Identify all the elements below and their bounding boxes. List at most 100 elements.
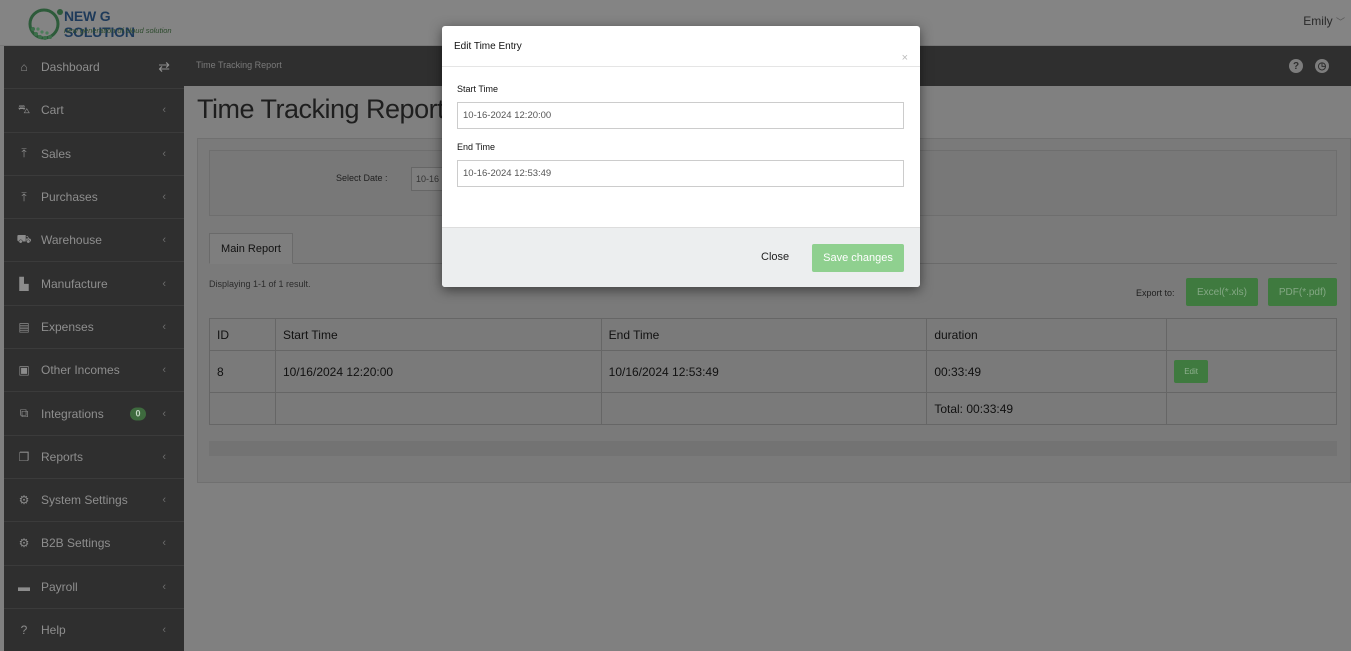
close-button[interactable]: Close <box>761 251 789 263</box>
start-time-input[interactable]: 10-16-2024 12:20:00 <box>457 102 904 129</box>
cell-actions: Edit <box>1166 350 1337 393</box>
sidebar-item-label: Reports <box>41 449 84 464</box>
sidebar-item-warehouse[interactable]: ⛟ Warehouse ‹ <box>4 219 184 263</box>
modal-footer: Close Save changes <box>442 227 920 287</box>
chevron-left-icon: ‹ <box>162 104 166 117</box>
sidebar-item-label: Cart <box>41 103 64 118</box>
cell-empty <box>274 392 602 425</box>
sidebar-item-label: Help <box>41 623 66 637</box>
sidebar-item-integrations[interactable]: ⧉ Integrations 0 ‹ <box>4 392 184 436</box>
column-header-end-time[interactable]: End Time <box>600 318 928 351</box>
chevron-left-icon: ‹ <box>162 580 166 593</box>
sidebar-item-label: Sales <box>41 146 72 161</box>
cogs-icon: ⚙ <box>18 536 30 551</box>
edit-time-entry-modal: Edit Time Entry × Start Time 10-16-2024 … <box>442 26 920 287</box>
close-icon[interactable]: × <box>902 52 908 64</box>
cart-icon: ⛍ <box>17 102 31 117</box>
sidebar-item-label: Other Incomes <box>41 363 120 378</box>
chevron-left-icon: ‹ <box>162 494 166 507</box>
sidebar-item-label: Purchases <box>41 190 98 205</box>
chevron-left-icon: ‹ <box>162 407 166 420</box>
cell-duration: 00:33:49 <box>926 350 1168 393</box>
pagination-bar <box>209 441 1337 456</box>
cell-id: 8 <box>209 350 276 393</box>
chevron-left-icon: ‹ <box>162 277 166 290</box>
sidebar-item-purchases[interactable]: ⤒ Purchases ‹ <box>4 176 184 220</box>
user-menu[interactable]: Emily ﹀ <box>1303 14 1345 28</box>
cell-empty <box>1166 392 1337 425</box>
clock-icon[interactable]: ◷ <box>1315 59 1329 73</box>
sidebar-item-cart[interactable]: ⛍ Cart ‹ <box>4 89 184 133</box>
sidebar-item-label: Dashboard <box>41 60 100 75</box>
chevron-left-icon: ‹ <box>162 320 166 333</box>
column-header-duration[interactable]: duration <box>926 318 1168 351</box>
swap-icon[interactable]: ⇄ <box>158 59 170 76</box>
chevron-left-icon: ‹ <box>162 191 166 204</box>
wallet-icon: ▬ <box>18 579 30 594</box>
cogs-icon: ⚙ <box>18 493 30 508</box>
cell-empty <box>209 392 276 425</box>
cell-empty <box>600 392 928 425</box>
user-name: Emily <box>1303 14 1333 28</box>
export-label: Export to: <box>1136 288 1175 298</box>
sidebar-item-help[interactable]: ? Help ‹ <box>4 609 184 651</box>
sidebar-item-label: Integrations <box>41 406 104 421</box>
money-icon: ▣ <box>18 363 30 378</box>
upload-icon: ⤒ <box>21 146 27 161</box>
upload-icon: ⤒ <box>21 189 27 204</box>
cell-end-time: 10/16/2024 12:53:49 <box>600 350 928 393</box>
time-report-table: ID Start Time End Time duration 8 10/16/… <box>209 318 1337 425</box>
export-pdf-button[interactable]: PDF(*.pdf) <box>1268 278 1337 306</box>
sidebar-item-label: Warehouse <box>41 233 102 248</box>
home-icon: ⌂ <box>20 60 28 75</box>
column-header-id[interactable]: ID <box>209 318 276 351</box>
cell-total-duration: Total: 00:33:49 <box>926 392 1168 425</box>
logo-mark-icon <box>28 8 63 40</box>
sidebar-item-manufacture[interactable]: ▙ Manufacture ‹ <box>4 262 184 306</box>
factory-icon: ▙ <box>19 276 29 291</box>
start-time-label: Start Time <box>457 84 499 94</box>
sidebar-item-other-incomes[interactable]: ▣ Other Incomes ‹ <box>4 349 184 393</box>
table-header-row: ID Start Time End Time duration <box>209 318 1337 351</box>
sidebar-item-label: Payroll <box>41 579 78 594</box>
modal-header: Edit Time Entry × <box>442 26 920 67</box>
chevron-left-icon: ‹ <box>162 147 166 160</box>
total-row: Total: 00:33:49 <box>209 392 1337 425</box>
export-excel-button[interactable]: Excel(*.xls) <box>1186 278 1258 306</box>
chevron-left-icon: ‹ <box>162 624 166 636</box>
sidebar-item-payroll[interactable]: ▬ Payroll ‹ <box>4 566 184 609</box>
result-summary: Displaying 1-1 of 1 result. <box>209 279 311 289</box>
column-header-start-time[interactable]: Start Time <box>274 318 602 351</box>
integrations-count-badge: 0 <box>130 407 146 421</box>
sidebar-item-sales[interactable]: ⤒ Sales ‹ <box>4 133 184 176</box>
file-icon: ▤ <box>18 319 30 334</box>
sidebar-item-dashboard[interactable]: ⌂ Dashboard ⇄ <box>4 46 184 90</box>
column-header-actions <box>1166 318 1337 351</box>
copy-icon: ❐ <box>18 449 30 464</box>
help-icon[interactable]: ? <box>1289 59 1303 73</box>
logo-title: NEW G SOLUTION <box>64 8 135 40</box>
chevron-left-icon: ‹ <box>162 450 166 463</box>
page-title: Time Tracking Report - <box>197 94 460 124</box>
tab-main-report[interactable]: Main Report <box>209 233 293 264</box>
sidebar-item-system-settings[interactable]: ⚙ System Settings ‹ <box>4 479 184 523</box>
devices-icon: ⧉ <box>19 406 29 421</box>
truck-icon: ⛟ <box>16 232 32 247</box>
chevron-left-icon: ‹ <box>162 364 166 377</box>
table-row: 8 10/16/2024 12:20:00 10/16/2024 12:53:4… <box>209 350 1337 393</box>
end-time-label: End Time <box>457 142 496 152</box>
save-changes-button[interactable]: Save changes <box>812 244 904 272</box>
end-time-input[interactable]: 10-16-2024 12:53:49 <box>457 160 904 187</box>
sidebar-item-reports[interactable]: ❐ Reports ‹ <box>4 436 184 479</box>
sidebar-item-expenses[interactable]: ▤ Expenses ‹ <box>4 306 184 350</box>
sidebar-item-b2b-settings[interactable]: ⚙ B2B Settings ‹ <box>4 522 184 566</box>
edit-button[interactable]: Edit <box>1174 360 1209 383</box>
select-date-label: Select Date : <box>336 173 388 183</box>
chevron-left-icon: ‹ <box>162 537 166 550</box>
logo-subtitle: new generation of cloud solution <box>64 26 172 35</box>
sidebar-item-label: Expenses <box>41 319 94 334</box>
company-logo[interactable]: NEW G SOLUTION new generation of cloud s… <box>26 4 172 42</box>
select-date-input[interactable]: 10-16 <box>411 167 443 191</box>
breadcrumb[interactable]: Time Tracking Report <box>196 60 282 70</box>
modal-title: Edit Time Entry <box>454 41 522 52</box>
